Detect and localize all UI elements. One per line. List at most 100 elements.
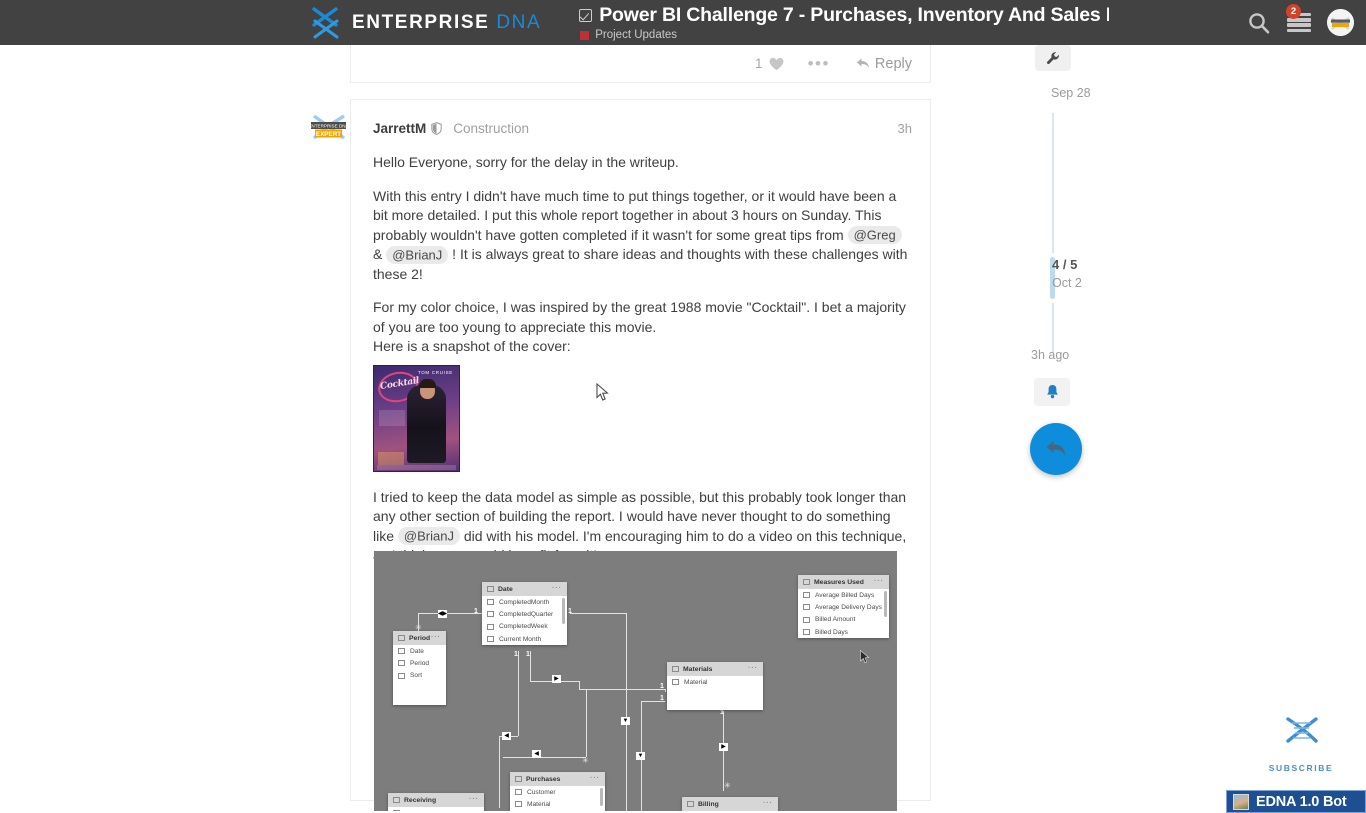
- table-menu-icon[interactable]: ···: [763, 800, 773, 807]
- table-scrollbar[interactable]: [600, 788, 603, 806]
- cardinality-label: 1: [474, 608, 478, 615]
- app-header: ENTERPRISE DNA Power BI Challenge 7 - Pu…: [0, 0, 1366, 45]
- table-menu-icon[interactable]: ···: [748, 665, 758, 672]
- measure-icon: [803, 629, 810, 636]
- field-icon: [393, 810, 400, 811]
- table-scrollbar[interactable]: [562, 598, 565, 624]
- table-menu-icon[interactable]: ···: [469, 796, 479, 803]
- bot-avatar: [1233, 793, 1249, 810]
- model-table-measures-used[interactable]: Measures Used ··· Average Billed Days Av…: [798, 575, 889, 639]
- rel-direction-icon: ▼: [636, 752, 645, 760]
- table-field: Customer: [510, 786, 605, 798]
- header-actions: 2: [1247, 0, 1354, 45]
- model-table-date[interactable]: Date ··· CompletedMonth CompletedQuarter…: [482, 582, 567, 646]
- movie-poster-image[interactable]: Cocktail TOM CRUISE: [373, 364, 460, 472]
- field-name: CompletedWeek: [499, 623, 548, 631]
- brand-logo[interactable]: ENTERPRISE DNA: [308, 6, 541, 39]
- field-icon: [398, 672, 405, 679]
- post-header: JarrettM Construction: [373, 121, 529, 136]
- menu-button[interactable]: 2: [1286, 4, 1311, 32]
- timeline-start-date: Sep 28: [1051, 86, 1091, 100]
- field-icon: [515, 801, 522, 808]
- measure-icon: [803, 592, 810, 599]
- model-table-materials[interactable]: Materials ··· Material: [667, 662, 763, 711]
- table-menu-icon[interactable]: ···: [590, 775, 600, 782]
- table-field: Average Billed Days: [798, 589, 889, 601]
- category-row[interactable]: Project Updates: [580, 29, 1109, 41]
- shield-icon: [431, 122, 442, 135]
- post-author[interactable]: JarrettM: [373, 121, 426, 136]
- model-table-billing[interactable]: Billing ···: [682, 797, 778, 811]
- measure-icon: [803, 604, 810, 611]
- table-field: Current Month: [482, 633, 567, 645]
- rel-line: [530, 651, 531, 681]
- field-name: Sort: [410, 672, 423, 680]
- cardinality-label: 1: [526, 651, 530, 658]
- bot-label: EDNA 1.0 Bot: [1256, 793, 1347, 810]
- table-menu-icon[interactable]: ···: [874, 578, 884, 585]
- field-name: Average Delivery Days: [815, 603, 882, 611]
- search-icon: [1249, 12, 1270, 34]
- mouse-cursor: [596, 383, 609, 401]
- post-more-button[interactable]: •••: [808, 55, 830, 72]
- reply-button[interactable]: Reply: [856, 56, 912, 72]
- model-table-period[interactable]: Period ··· Date Period Sort: [393, 631, 446, 705]
- rel-direction-icon: ▶: [552, 675, 561, 683]
- data-model-diagram-image[interactable]: 1 1 1 1 1 1 1 ✳ ✳ ✳ ◀▶ ▶ ◀ ◀ ▼ ▼ ▶ Date …: [374, 551, 897, 811]
- mention-greg[interactable]: @Greg: [847, 226, 902, 244]
- notification-toggle-button[interactable]: [1034, 378, 1070, 406]
- chat-bot-bar[interactable]: EDNA 1.0 Bot: [1226, 790, 1366, 813]
- model-table-purchases[interactable]: Purchases ··· Customer Material: [510, 772, 605, 811]
- dna-subscribe-icon: [1286, 717, 1318, 743]
- rel-line: [665, 689, 666, 692]
- model-table-receiving[interactable]: Receiving ···: [388, 793, 484, 811]
- field-icon: [487, 636, 494, 643]
- subscribe-widget[interactable]: SUBSCRIBE: [1268, 717, 1334, 773]
- rel-line: [570, 613, 626, 614]
- rel-line: [626, 613, 627, 723]
- table-menu-icon[interactable]: ···: [431, 634, 441, 641]
- topic-header: Power BI Challenge 7 - Purchases, Invent…: [579, 4, 1109, 41]
- user-avatar[interactable]: [1327, 9, 1354, 36]
- cardinality-many: ✳: [724, 781, 731, 790]
- table-name: Receiving: [404, 796, 437, 804]
- timeline-last-activity: 3h ago: [1031, 348, 1070, 362]
- table-field: Billed Days: [798, 626, 889, 638]
- previous-post-footer-card: 1 ••• Reply: [351, 45, 930, 82]
- timeline-track-lower[interactable]: [1052, 303, 1054, 353]
- author-avatar[interactable]: ENTERPRISE DNA EXPERT: [306, 110, 351, 150]
- poster-credits: [377, 464, 456, 470]
- table-field: [388, 807, 484, 811]
- field-name: CompletedMonth: [499, 598, 550, 606]
- measure-icon: [803, 616, 810, 623]
- like-group[interactable]: 1: [755, 56, 784, 71]
- mention-brianj-2[interactable]: @BrianJ: [397, 527, 460, 545]
- cardinality-label: 1: [568, 608, 572, 615]
- checkbox-icon: [579, 9, 593, 22]
- field-name: CompletedQuarter: [499, 610, 554, 618]
- search-button[interactable]: [1247, 11, 1271, 35]
- table-header: Period ···: [393, 631, 446, 645]
- table-icon: [393, 797, 400, 803]
- cardinality-label: 1: [660, 695, 664, 702]
- rel-line: [518, 651, 519, 736]
- category-color-swatch: [580, 30, 590, 40]
- reply-fab-button[interactable]: [1030, 423, 1082, 475]
- mention-brianj[interactable]: @BrianJ: [386, 245, 449, 264]
- rel-line: [579, 681, 580, 689]
- table-header: Receiving ···: [388, 793, 484, 807]
- rel-line: [579, 689, 665, 690]
- table-scrollbar[interactable]: [884, 591, 887, 617]
- heart-icon: [769, 57, 783, 70]
- table-menu-icon[interactable]: ···: [552, 585, 562, 592]
- table-name: Billing: [698, 800, 719, 808]
- dna-logo-icon: [312, 6, 339, 38]
- timeline-track-upper[interactable]: [1052, 113, 1054, 253]
- topic-admin-button[interactable]: [1035, 45, 1071, 71]
- table-field: CompletedMonth: [482, 596, 567, 608]
- table-field: Period: [393, 657, 446, 669]
- page-content: 1 ••• Reply ENTERPRISE DNA EXPERT Jarret…: [0, 45, 1366, 813]
- table-icon: [687, 801, 694, 807]
- paragraph-1: Hello Everyone, sorry for the delay in t…: [373, 154, 679, 170]
- cardinality-label: 1: [514, 651, 518, 658]
